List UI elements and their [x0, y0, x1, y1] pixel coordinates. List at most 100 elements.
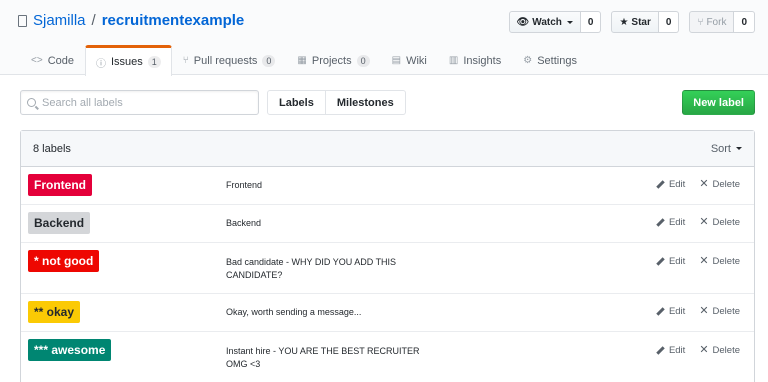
labels-box: 8 labels Sort Frontend Frontend Edit ✕ Delet…: [20, 130, 755, 382]
label-badge[interactable]: * not good: [28, 250, 100, 272]
label-badge[interactable]: *** awesome: [28, 339, 112, 361]
tab-label: Code: [47, 54, 74, 67]
delete-button[interactable]: ✕ Delete: [699, 255, 740, 268]
edit-button[interactable]: Edit: [656, 179, 685, 190]
tab-label: Settings: [537, 54, 577, 67]
repo-actions: 👁 Watch 0 ★ Star 0 ⑂ Fork 0: [508, 11, 755, 33]
search-icon: [27, 98, 36, 107]
labels-box-header: 8 labels Sort: [21, 131, 754, 167]
tab-counter: 0: [262, 54, 276, 67]
edit-label: Edit: [668, 179, 686, 190]
edit-button[interactable]: Edit: [656, 306, 685, 317]
label-actions: Edit ✕ Delete: [656, 345, 740, 356]
delete-button[interactable]: ✕ Delete: [699, 178, 740, 191]
repo-icon: [18, 14, 27, 27]
label-description: Frontend: [226, 180, 263, 190]
delete-button[interactable]: ✕ Delete: [699, 305, 740, 318]
edit-label: Edit: [668, 345, 686, 356]
label-row: *** awesome Instant hire - YOU ARE THE BE…: [21, 332, 754, 382]
tab-wiki[interactable]: ▤ Wiki: [381, 45, 438, 75]
pencil-icon: [656, 180, 665, 189]
tab-code[interactable]: <> Code: [20, 45, 85, 75]
search-input[interactable]: [42, 96, 242, 109]
edit-button[interactable]: Edit: [656, 256, 685, 267]
tab-label: Pull requests: [193, 54, 258, 67]
tab-counter: 1: [147, 56, 161, 68]
repo-title: Sjamilla / recruitmentexample: [18, 12, 244, 29]
wiki-icon: ▤: [391, 55, 402, 66]
label-description: Instant hire - YOU ARE THE BEST RECRUITE…: [226, 346, 420, 369]
delete-label: Delete: [712, 306, 740, 317]
label-description: Backend: [226, 218, 262, 228]
search-box: [20, 90, 259, 115]
labels-tab[interactable]: Labels: [267, 90, 326, 115]
tab-label: Insights: [463, 54, 502, 67]
repo-owner-link[interactable]: Sjamilla: [33, 12, 86, 29]
pull-request-icon: ⑂: [182, 55, 189, 66]
eye-icon: 👁: [516, 16, 530, 28]
watch-label: Watch: [532, 16, 562, 28]
fork-label: Fork: [706, 16, 727, 28]
fork-button[interactable]: ⑂ Fork: [689, 11, 735, 33]
close-icon: ✕: [699, 344, 709, 356]
delete-button[interactable]: ✕ Delete: [699, 344, 740, 357]
pencil-icon: [656, 257, 665, 266]
close-icon: ✕: [699, 305, 709, 317]
fork-group: ⑂ Fork 0: [689, 11, 755, 33]
delete-label: Delete: [712, 217, 740, 228]
watch-count[interactable]: 0: [580, 11, 602, 33]
label-badge[interactable]: ** okay: [28, 301, 81, 323]
code-icon: <>: [31, 55, 43, 66]
delete-button[interactable]: ✕ Delete: [699, 216, 740, 229]
repo-nav: <> Code ⓘ Issues 1 ⑂ Pull requests 0 ▦ P…: [20, 45, 588, 76]
pencil-icon: [656, 307, 665, 316]
tab-pull-requests[interactable]: ⑂ Pull requests 0: [172, 45, 287, 75]
chevron-down-icon: [566, 20, 573, 24]
graph-icon: ▥: [448, 55, 459, 66]
label-badge[interactable]: Frontend: [28, 174, 92, 196]
close-icon: ✕: [699, 178, 709, 190]
label-list: Frontend Frontend Edit ✕ Delete Backend Backen…: [21, 167, 754, 382]
repo-name-link[interactable]: recruitmentexample: [102, 12, 245, 29]
pencil-icon: [656, 218, 665, 227]
tab-projects[interactable]: ▦ Projects 0: [286, 45, 380, 75]
label-row: Backend Backend Edit ✕ Delete: [21, 205, 754, 243]
edit-label: Edit: [668, 306, 686, 317]
label-row: ** okay Okay, worth sending a message... E…: [21, 294, 754, 332]
tab-label: Projects: [311, 54, 352, 67]
delete-label: Delete: [712, 256, 740, 267]
fork-count[interactable]: 0: [734, 11, 755, 33]
tab-label: Wiki: [406, 54, 427, 67]
tab-insights[interactable]: ▥ Insights: [438, 45, 512, 75]
sort-dropdown[interactable]: Sort: [711, 143, 742, 155]
sort-label: Sort: [710, 142, 731, 155]
star-button[interactable]: ★ Star: [611, 11, 659, 33]
labels-subnav: Labels Milestones: [267, 90, 406, 115]
pencil-icon: [656, 346, 665, 355]
star-group: ★ Star 0: [611, 11, 680, 33]
new-label-button[interactable]: New label: [682, 90, 755, 115]
edit-button[interactable]: Edit: [656, 217, 685, 228]
tab-issues[interactable]: ⓘ Issues 1: [84, 45, 172, 76]
delete-label: Delete: [712, 179, 740, 190]
star-count[interactable]: 0: [658, 11, 680, 33]
label-row: Frontend Frontend Edit ✕ Delete: [21, 167, 754, 205]
edit-label: Edit: [668, 217, 686, 228]
repo-header: Sjamilla / recruitmentexample 👁 Watch 0 …: [0, 0, 768, 76]
watch-button[interactable]: 👁 Watch: [508, 11, 581, 33]
label-actions: Edit ✕ Delete: [656, 179, 740, 190]
repo-separator: /: [91, 12, 96, 29]
milestones-tab[interactable]: Milestones: [325, 90, 406, 115]
label-description: Bad candidate - WHY DID YOU ADD THIS CAN…: [226, 257, 397, 280]
tab-settings[interactable]: ⚙ Settings: [512, 45, 588, 75]
edit-button[interactable]: Edit: [656, 345, 685, 356]
star-label: Star: [631, 16, 651, 28]
label-badge[interactable]: Backend: [28, 212, 91, 234]
watch-group: 👁 Watch 0: [508, 11, 602, 33]
fork-icon: ⑂: [697, 16, 704, 28]
project-icon: ▦: [297, 55, 307, 66]
close-icon: ✕: [699, 255, 709, 267]
gear-icon: ⚙: [523, 55, 533, 66]
close-icon: ✕: [699, 216, 709, 228]
label-actions: Edit ✕ Delete: [656, 256, 740, 267]
